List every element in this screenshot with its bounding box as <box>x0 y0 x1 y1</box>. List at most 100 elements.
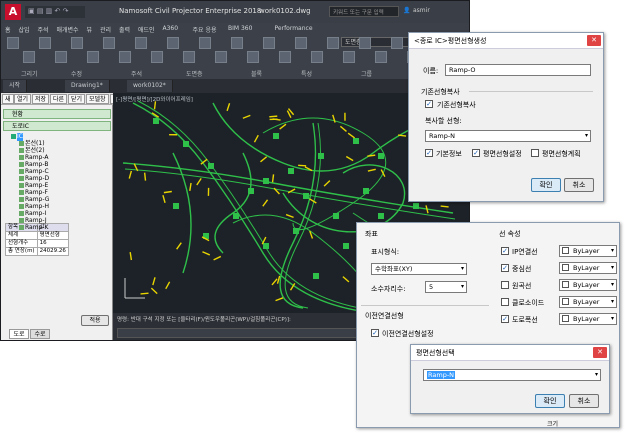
line-item-select[interactable]: ByLayer ▾ <box>559 262 617 274</box>
option-plan-checkbox[interactable] <box>531 149 539 157</box>
line-item-select[interactable]: ByLayer ▾ <box>559 313 617 325</box>
doc-tab[interactable]: 시작 <box>3 80 28 92</box>
option-basic-checkbox[interactable]: ✓ <box>425 149 433 157</box>
ribbon-tool-icon[interactable] <box>311 51 323 63</box>
ribbon-tab[interactable]: BIM 360 <box>228 25 252 32</box>
line-item-checkbox[interactable]: ✓ <box>501 247 509 255</box>
station-tick <box>332 114 336 123</box>
panel-toolbar-button[interactable]: 저장 <box>32 94 50 104</box>
line-item-value: ByLayer <box>573 247 600 255</box>
road-node-marker <box>353 138 359 144</box>
ribbon-tool-icon[interactable] <box>151 51 163 63</box>
cancel-button[interactable]: 취소 <box>564 178 594 192</box>
ribbon-tool-icon[interactable] <box>55 51 67 63</box>
line-item-checkbox[interactable]: ✓ <box>501 315 509 323</box>
ribbon-tool-icon[interactable] <box>279 51 291 63</box>
station-tick <box>213 255 222 261</box>
panel-toolbar-button[interactable]: 닫기 <box>68 94 86 104</box>
prev-link-checkbox[interactable]: ✓ <box>371 329 379 337</box>
close-icon[interactable]: ✕ <box>587 35 601 46</box>
ribbon-tool-icon[interactable] <box>103 37 115 49</box>
apply-button[interactable]: 적용 <box>81 315 109 326</box>
user-icon[interactable]: 👤 <box>403 7 410 14</box>
tree-item[interactable]: IC <box>17 133 23 141</box>
app-title: Namosoft Civil Projector Enterprise 2018 <box>119 7 262 15</box>
ribbon-tool-icon[interactable] <box>343 51 355 63</box>
line-item-select[interactable]: ByLayer ▾ <box>559 245 617 257</box>
ribbon-tool-icon[interactable] <box>359 37 371 49</box>
ribbon-tool-icon[interactable] <box>167 37 179 49</box>
decimal-select[interactable]: 5 ▾ <box>425 281 467 293</box>
ribbon-tool-icon[interactable] <box>247 51 259 63</box>
doc-tab[interactable]: Drawing1* <box>65 80 110 92</box>
road-node-marker <box>413 203 419 209</box>
ribbon-tab[interactable]: 출력 <box>119 25 130 34</box>
road-node-marker <box>263 178 269 184</box>
ribbon-tool-icon[interactable] <box>87 51 99 63</box>
close-icon[interactable]: ✕ <box>593 347 607 358</box>
display-format-select[interactable]: 수학좌표(XY) ▾ <box>371 263 467 275</box>
ribbon-tab[interactable]: 주요 응용 <box>193 25 217 34</box>
panel-toolbar-button[interactable]: 모델창 <box>86 94 109 104</box>
copy-checkbox[interactable]: ✓ <box>425 100 433 108</box>
road-node-marker <box>293 228 299 234</box>
ribbon-tool-icon[interactable] <box>7 37 19 49</box>
line-item-checkbox[interactable]: ✓ <box>501 264 509 272</box>
ribbon-tool-icon[interactable] <box>231 37 243 49</box>
tree-node-icon <box>19 162 24 167</box>
section-road-ic[interactable]: 도로IC <box>3 121 111 131</box>
ok-button[interactable]: 확인 <box>535 394 565 408</box>
ribbon-tool-icon[interactable] <box>215 51 227 63</box>
ribbon-tab[interactable]: 주석 <box>38 25 49 34</box>
ribbon-tab[interactable]: 애드인 <box>138 25 155 34</box>
ribbon-tool-icon[interactable] <box>295 37 307 49</box>
ribbon-tool-icon[interactable] <box>39 37 51 49</box>
station-tick <box>342 276 350 283</box>
ok-button[interactable]: 확인 <box>531 178 561 192</box>
ribbon-tab[interactable]: 매개변수 <box>57 25 79 34</box>
ribbon-tool-icon[interactable] <box>183 51 195 63</box>
ribbon-tool-icon[interactable] <box>71 37 83 49</box>
ribbon-tool-icon[interactable] <box>263 37 275 49</box>
station-tick <box>163 190 172 194</box>
ribbon-tab[interactable]: 홈 <box>5 25 11 34</box>
ribbon-tab[interactable]: Performance <box>275 25 313 32</box>
ribbon-tab[interactable]: 삽입 <box>19 25 30 34</box>
doc-tab[interactable]: work0102* <box>127 80 173 92</box>
line-item-select[interactable]: ByLayer ▾ <box>559 279 617 291</box>
option-setting-checkbox[interactable]: ✓ <box>472 149 480 157</box>
name-field[interactable]: Ramp-O <box>445 64 591 76</box>
alignment-select[interactable]: Ramp-N ▾ <box>423 369 601 381</box>
tab-waterway[interactable]: 수로 <box>30 329 50 339</box>
ribbon-tool-icon[interactable] <box>327 37 339 49</box>
tree-item[interactable]: Ramp-K <box>25 224 48 232</box>
tab-road[interactable]: 도로 <box>9 329 29 339</box>
ribbon-tab[interactable]: 관리 <box>100 25 111 34</box>
cancel-button[interactable]: 취소 <box>569 394 599 408</box>
ribbon-tool-icon[interactable] <box>135 37 147 49</box>
ribbon-tool-icon[interactable] <box>119 51 131 63</box>
line-item-select[interactable]: ByLayer ▾ <box>559 296 617 308</box>
station-tick <box>339 125 347 133</box>
search-input[interactable]: 키워드 또는 구문 입력 <box>329 6 399 17</box>
section-current[interactable]: 현황 <box>3 109 111 119</box>
quick-access-toolbar[interactable]: ▣ ▤ ▥ ↶ ↷ <box>25 6 85 18</box>
ribbon-tool-icon[interactable] <box>391 37 403 49</box>
copy-alignment-select[interactable]: Ramp-N ▾ <box>425 130 591 142</box>
station-tick <box>276 275 281 284</box>
panel-toolbar-button[interactable]: 열기 <box>14 94 32 104</box>
ribbon-tool-icon[interactable] <box>199 37 211 49</box>
station-tick <box>271 278 278 286</box>
station-tick <box>189 182 192 192</box>
ribbon-tool-icon[interactable] <box>23 51 35 63</box>
station-tick <box>367 168 376 172</box>
ribbon-tool-icon[interactable] <box>375 51 387 63</box>
ribbon-tab[interactable]: A360 <box>163 25 179 32</box>
line-item-checkbox[interactable] <box>501 281 509 289</box>
app-logo-icon[interactable]: A <box>5 4 21 20</box>
ribbon-tab[interactable]: 뷰 <box>87 25 93 34</box>
tree-node-icon <box>11 134 16 139</box>
panel-toolbar-button[interactable]: 다른 <box>50 94 68 104</box>
line-item-checkbox[interactable] <box>501 298 509 306</box>
panel-toolbar-button[interactable]: 새 <box>2 94 14 104</box>
